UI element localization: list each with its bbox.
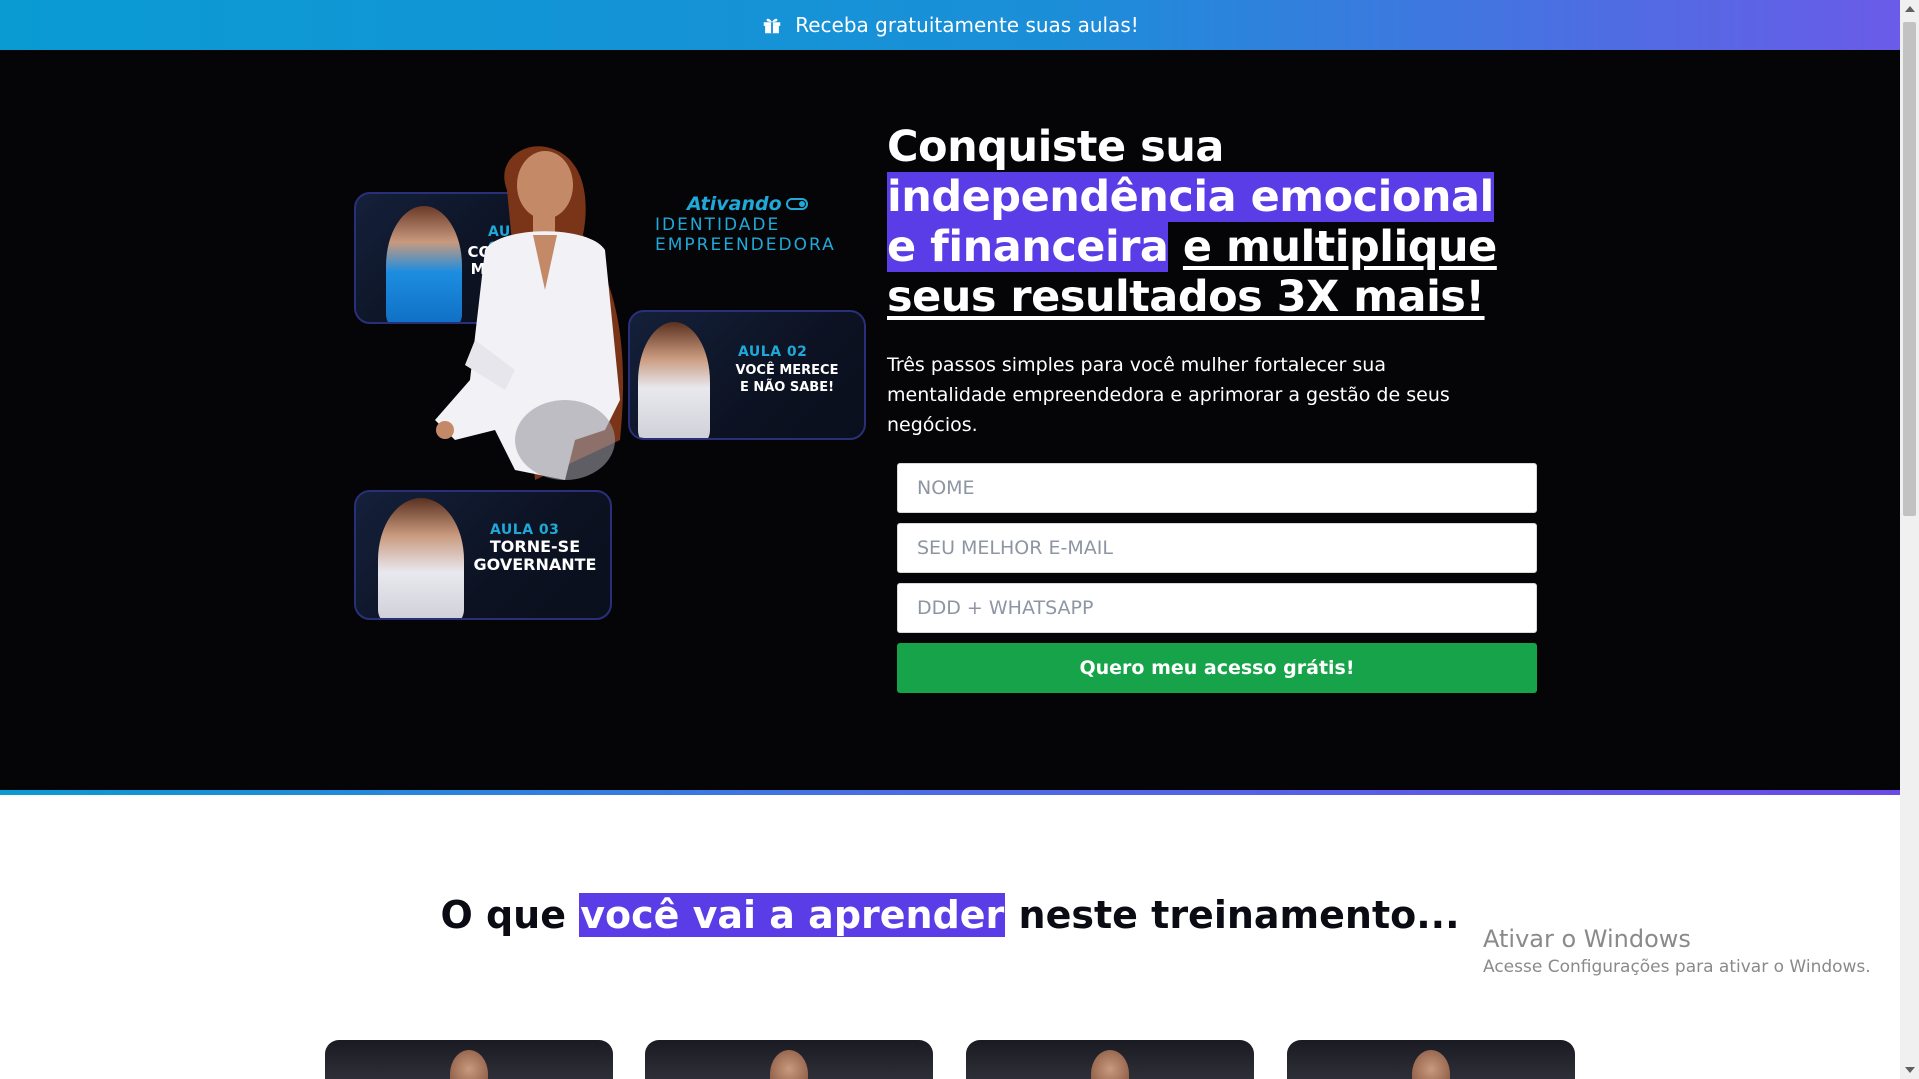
scroll-up-icon[interactable] — [1905, 6, 1915, 12]
scrollbar-thumb[interactable] — [1903, 22, 1916, 516]
lesson-thumb-3-photo — [1091, 1050, 1129, 1079]
lesson-thumb-2-photo — [770, 1050, 808, 1079]
hero-headline: Conquiste sua independência emocional e … — [887, 122, 1527, 322]
lesson-thumb-4[interactable] — [1287, 1040, 1575, 1079]
lesson-thumb-1-photo — [450, 1050, 488, 1079]
brand-logo: Ativando IDENTIDADE EMPREENDEDORA — [655, 193, 836, 255]
scroll-down-icon[interactable] — [1905, 1067, 1915, 1073]
hero-subtitle: Três passos simples para você mulher for… — [887, 354, 1450, 436]
card-2-title-line1: VOCÊ MERECE — [735, 363, 839, 378]
gift-icon — [763, 18, 781, 34]
lesson-card-3: AULA 03 TORNE-SE GOVERNANTE — [354, 490, 612, 620]
section-title-highlight: você vai a aprender — [579, 893, 1006, 937]
lesson-thumb-2[interactable] — [645, 1040, 933, 1079]
brand-line1: Ativando — [687, 193, 782, 215]
whatsapp-field[interactable] — [897, 583, 1537, 633]
card-3-photo — [378, 498, 464, 618]
brand-line2: IDENTIDADE — [655, 215, 781, 235]
watermark-subtitle: Acesse Configurações para ativar o Windo… — [1483, 957, 1871, 977]
top-banner[interactable]: Receba gratuitamente suas aulas! — [0, 0, 1900, 50]
card-3-aula: AULA 03 — [490, 522, 560, 538]
vertical-scrollbar[interactable] — [1900, 0, 1919, 1079]
lesson-thumb-1[interactable] — [325, 1040, 613, 1079]
hero-divider — [0, 790, 1900, 795]
toggle-icon — [785, 198, 808, 210]
lesson-thumb-4-photo — [1412, 1050, 1450, 1079]
banner-text: Receba gratuitamente suas aulas! — [795, 13, 1139, 37]
watermark-title: Ativar o Windows — [1483, 925, 1691, 953]
card-3-title-line1: TORNE-SE — [489, 537, 581, 556]
email-field[interactable] — [897, 523, 1537, 573]
windows-activation-watermark: Ativar o Windows Acesse Configurações pa… — [1483, 925, 1871, 977]
card-3-title-line2: GOVERNANTE — [473, 555, 597, 574]
presenter-photo — [435, 146, 624, 480]
lesson-card-2: AULA 02 VOCÊ MERECE E NÃO SABE! — [628, 310, 866, 440]
card-2-aula: AULA 02 — [738, 344, 808, 360]
headline-part1: Conquiste sua — [887, 122, 1224, 172]
submit-button[interactable]: Quero meu acesso grátis! — [897, 643, 1537, 693]
card-2-title-line2: E NÃO SABE! — [739, 380, 835, 395]
section-title-after: neste treinamento... — [1005, 893, 1460, 937]
headline-space — [1168, 222, 1182, 272]
brand-line3: EMPREENDEDORA — [655, 235, 836, 255]
section-title-before: O que — [440, 893, 580, 937]
lesson-thumb-3[interactable] — [966, 1040, 1254, 1079]
name-field[interactable] — [897, 463, 1537, 513]
